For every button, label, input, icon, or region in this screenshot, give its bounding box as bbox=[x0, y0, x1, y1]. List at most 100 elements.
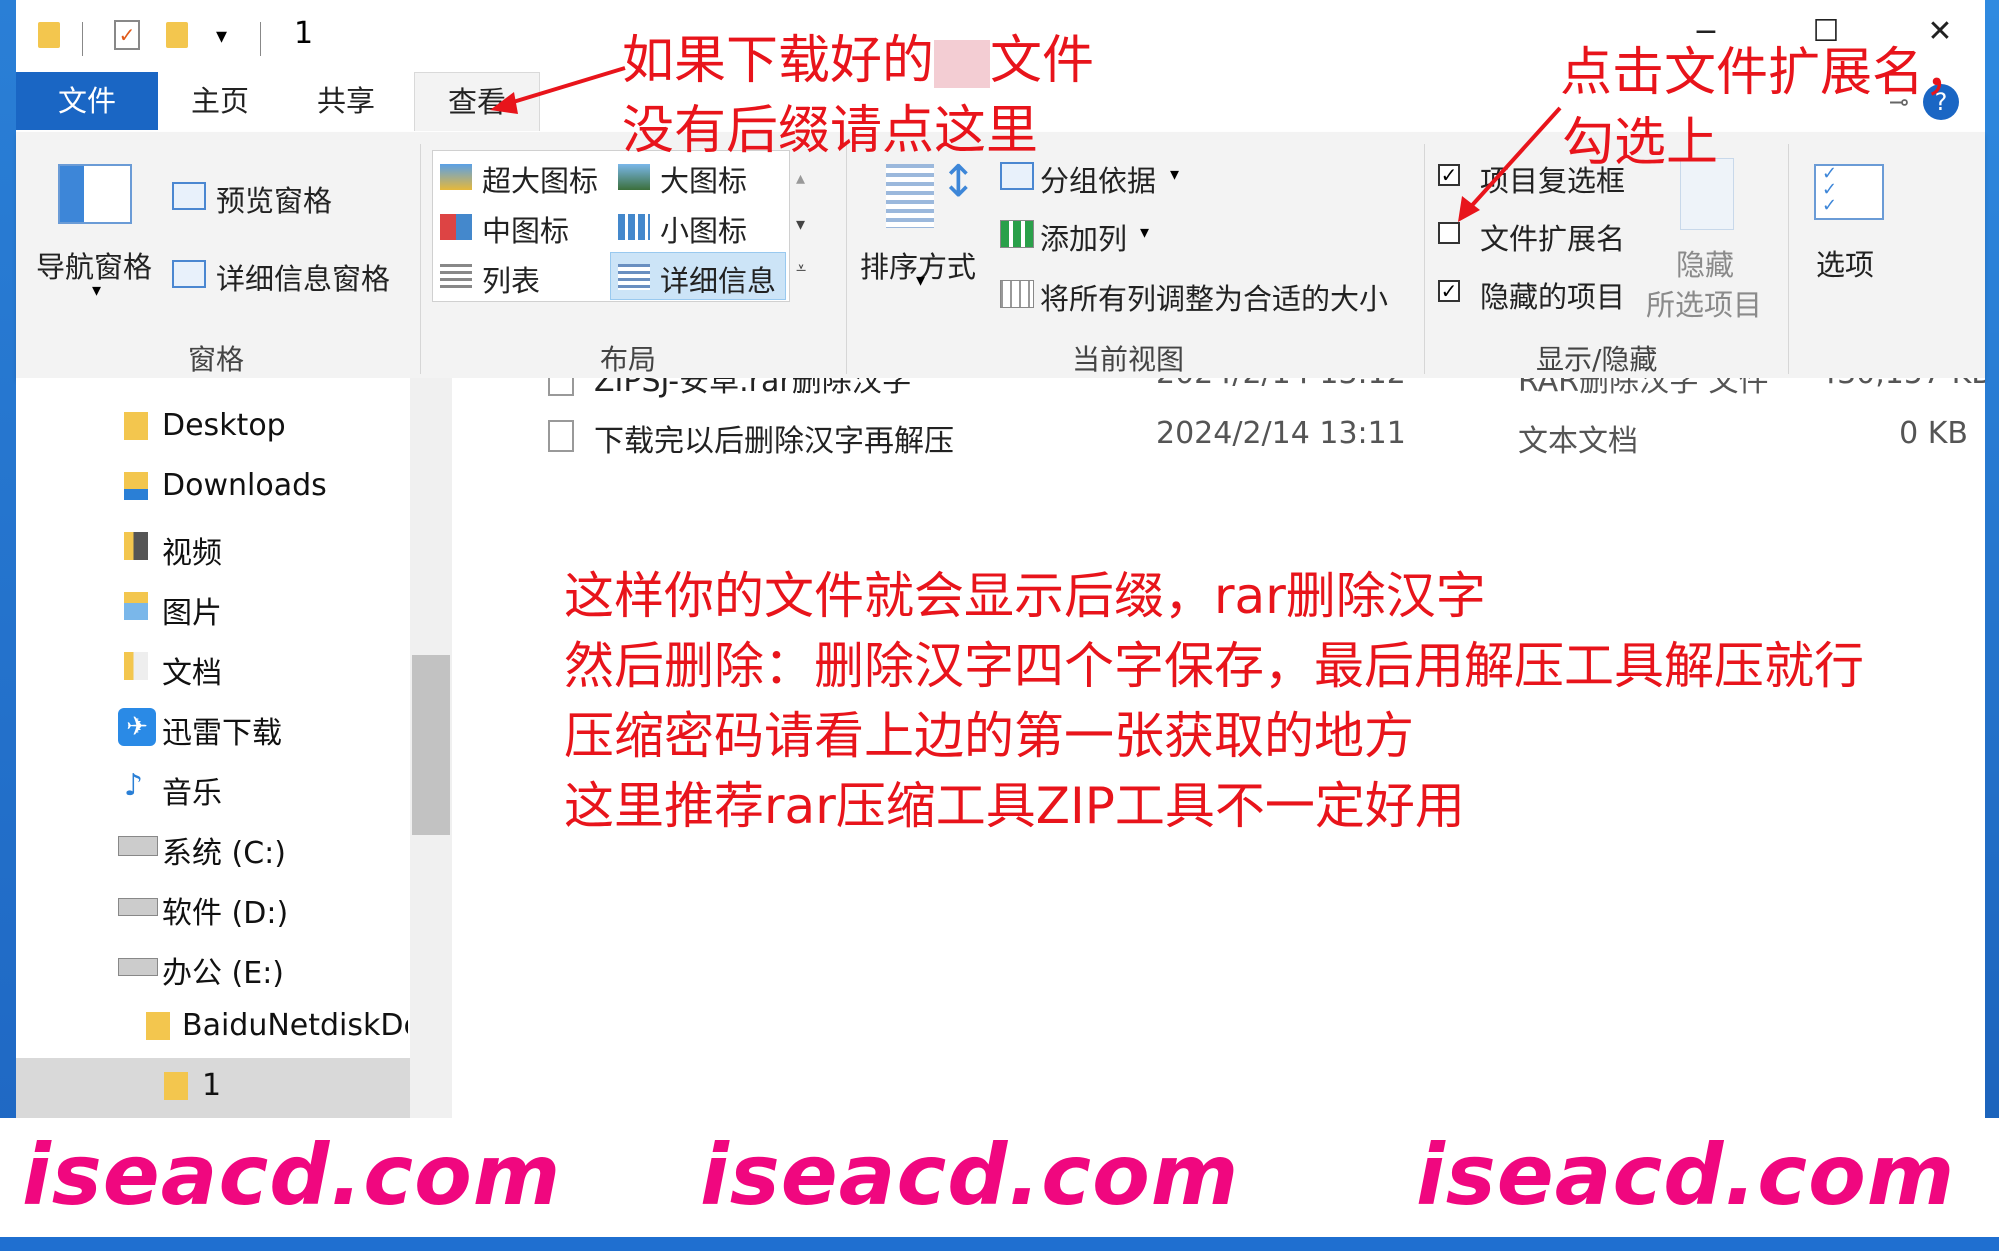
desktop-edge-right bbox=[1985, 0, 1999, 1251]
nav-pane-icon[interactable] bbox=[58, 164, 132, 224]
medium-icons-icon bbox=[440, 214, 472, 240]
desktop-folder-icon bbox=[124, 412, 148, 440]
options-icon: ✓ ✓ ✓ bbox=[1814, 164, 1884, 220]
group-label-show-hide: 显示/隐藏 bbox=[1536, 343, 1658, 376]
text-file-icon bbox=[548, 420, 574, 452]
watermark-text: iseacd.com bbox=[22, 1126, 562, 1224]
small-icons-icon bbox=[618, 214, 650, 240]
layout-list[interactable]: 列表 bbox=[482, 258, 540, 300]
chevron-down-icon: ▾ bbox=[1140, 222, 1150, 243]
layout-extra-large-icons[interactable]: 超大图标 bbox=[482, 158, 598, 200]
layout-large-icons[interactable]: 大图标 bbox=[660, 158, 747, 200]
nav-scrollbar-thumb[interactable] bbox=[412, 655, 450, 835]
annotation-body-3: 压缩密码请看上边的第一张获取的地方 bbox=[564, 707, 1414, 765]
nav-item-thunder[interactable]: 迅雷下载 bbox=[162, 708, 282, 752]
scroll-up-icon[interactable]: ▴ bbox=[796, 168, 805, 189]
nav-item-documents[interactable]: 文档 bbox=[162, 648, 222, 692]
size-columns-icon bbox=[1000, 280, 1034, 308]
properties-icon[interactable]: ✓ bbox=[114, 20, 140, 50]
annotation-top-left-1: 如果下载好的 文件 bbox=[622, 31, 1095, 91]
nav-item-downloads[interactable]: Downloads bbox=[162, 468, 327, 503]
downloads-folder-icon bbox=[124, 472, 148, 500]
hide-selected-label-1[interactable]: 隐藏 bbox=[1676, 242, 1734, 284]
preview-pane-button[interactable]: 预览窗格 bbox=[216, 178, 332, 220]
nav-item-1[interactable]: 1 bbox=[202, 1068, 221, 1103]
divider bbox=[1424, 144, 1425, 374]
folder-icon bbox=[38, 22, 60, 48]
documents-folder-icon bbox=[124, 652, 148, 680]
details-icon bbox=[618, 264, 650, 290]
layout-small-icons[interactable]: 小图标 bbox=[660, 208, 747, 250]
options-button[interactable]: 选项 bbox=[1816, 242, 1874, 284]
file-size: 0 KB bbox=[1899, 416, 1968, 451]
watermark-text: iseacd.com bbox=[1416, 1126, 1956, 1224]
divider bbox=[82, 22, 83, 56]
new-folder-icon[interactable] bbox=[166, 22, 188, 48]
file-name: ZIPSJ-安卓.rar删除汉字 bbox=[594, 378, 912, 398]
chevron-down-icon[interactable]: ▾ bbox=[216, 24, 227, 49]
nav-item-desktop[interactable]: Desktop bbox=[162, 408, 286, 443]
preview-pane-icon bbox=[172, 182, 206, 210]
divider bbox=[846, 144, 847, 374]
chevron-down-icon: ▾ bbox=[1170, 164, 1180, 185]
drive-d-icon bbox=[118, 898, 158, 916]
layout-medium-icons[interactable]: 中图标 bbox=[482, 208, 569, 250]
annotation-body-1: 这样你的文件就会显示后缀，rar删除汉字 bbox=[564, 567, 1486, 625]
annotation-top-left-2: 没有后缀请点这里 bbox=[622, 101, 1039, 161]
group-label-layout: 布局 bbox=[600, 343, 657, 376]
watermark-text: iseacd.com bbox=[700, 1126, 1240, 1224]
chevron-down-icon: ▾ bbox=[916, 270, 926, 291]
sort-arrows-icon: ↕ bbox=[940, 156, 977, 207]
folder-icon bbox=[146, 1012, 170, 1040]
videos-folder-icon bbox=[124, 532, 148, 560]
music-folder-icon: ♪ bbox=[124, 768, 144, 803]
annotation-arrow-left bbox=[490, 66, 626, 114]
large-icons-icon bbox=[618, 164, 650, 190]
divider bbox=[1788, 144, 1789, 374]
thunder-download-icon: ✈ bbox=[118, 708, 156, 746]
drive-c-icon bbox=[118, 836, 158, 856]
nav-item-videos[interactable]: 视频 bbox=[162, 528, 222, 572]
details-pane-icon bbox=[172, 260, 206, 288]
divider bbox=[260, 22, 261, 56]
size-all-columns-button[interactable]: 将所有列调整为合适的大小 bbox=[1040, 276, 1388, 318]
extra-large-icons-icon bbox=[440, 164, 472, 190]
hide-selected-label-2[interactable]: 所选项目 bbox=[1646, 282, 1762, 324]
nav-item-drive-d[interactable]: 软件 (D:) bbox=[162, 888, 288, 932]
nav-item-music[interactable]: 音乐 bbox=[162, 768, 222, 812]
chevron-down-icon: ▾ bbox=[92, 280, 102, 301]
annotation-body-4: 这里推荐rar压缩工具ZIP工具不一定好用 bbox=[564, 777, 1465, 835]
annotation-arrow-right bbox=[1458, 106, 1562, 222]
desktop-edge-bottom bbox=[0, 1237, 1999, 1251]
nav-item-drive-c[interactable]: 系统 (C:) bbox=[162, 828, 286, 872]
group-label-current-view: 当前视图 bbox=[1072, 343, 1185, 376]
annotation-body-2: 然后删除：删除汉字四个字保存，最后用解压工具解压就行 bbox=[564, 637, 1864, 695]
blurred-word bbox=[934, 40, 991, 88]
tab-home[interactable]: 主页 bbox=[170, 72, 270, 130]
sort-icon bbox=[886, 164, 934, 228]
file-row-clipped[interactable]: ZIPSJ-安卓.rar删除汉字 2024/2/14 13:12 RAR删除汉字… bbox=[452, 378, 1985, 398]
group-by-button[interactable]: 分组依据 bbox=[1040, 158, 1156, 200]
add-columns-icon bbox=[1000, 220, 1034, 248]
tab-file[interactable]: 文件 bbox=[16, 72, 158, 130]
annotation-top-right-1: 点击文件扩展名， bbox=[1560, 43, 1977, 103]
details-pane-button[interactable]: 详细信息窗格 bbox=[216, 256, 390, 298]
hidden-items-label: 隐藏的项目 bbox=[1480, 280, 1626, 314]
file-type: RAR删除汉字 文件 bbox=[1518, 378, 1769, 398]
file-row[interactable]: 下载完以后删除汉字再解压 2024/2/14 13:11 文本文档 0 KB bbox=[452, 412, 1985, 462]
file-size: 430,157 KB bbox=[1818, 378, 1985, 391]
expand-gallery-icon[interactable]: ⩡ bbox=[796, 258, 806, 279]
add-columns-button[interactable]: 添加列 bbox=[1040, 216, 1127, 258]
folder-icon bbox=[164, 1072, 188, 1100]
nav-item-baidunetdisk[interactable]: BaiduNetdiskDc bbox=[182, 1008, 408, 1043]
layout-details[interactable]: 详细信息 bbox=[660, 258, 776, 300]
tab-share[interactable]: 共享 bbox=[296, 72, 396, 130]
nav-item-drive-e[interactable]: 办公 (E:) bbox=[162, 948, 284, 992]
desktop-edge-left bbox=[0, 0, 16, 1251]
pictures-folder-icon bbox=[124, 592, 148, 620]
file-type: 文本文档 bbox=[1518, 424, 1638, 459]
scroll-down-icon[interactable]: ▾ bbox=[796, 214, 805, 235]
hidden-items-checkbox[interactable]: ✓ bbox=[1438, 280, 1460, 302]
group-by-icon bbox=[1000, 162, 1034, 190]
nav-item-pictures[interactable]: 图片 bbox=[162, 588, 222, 632]
